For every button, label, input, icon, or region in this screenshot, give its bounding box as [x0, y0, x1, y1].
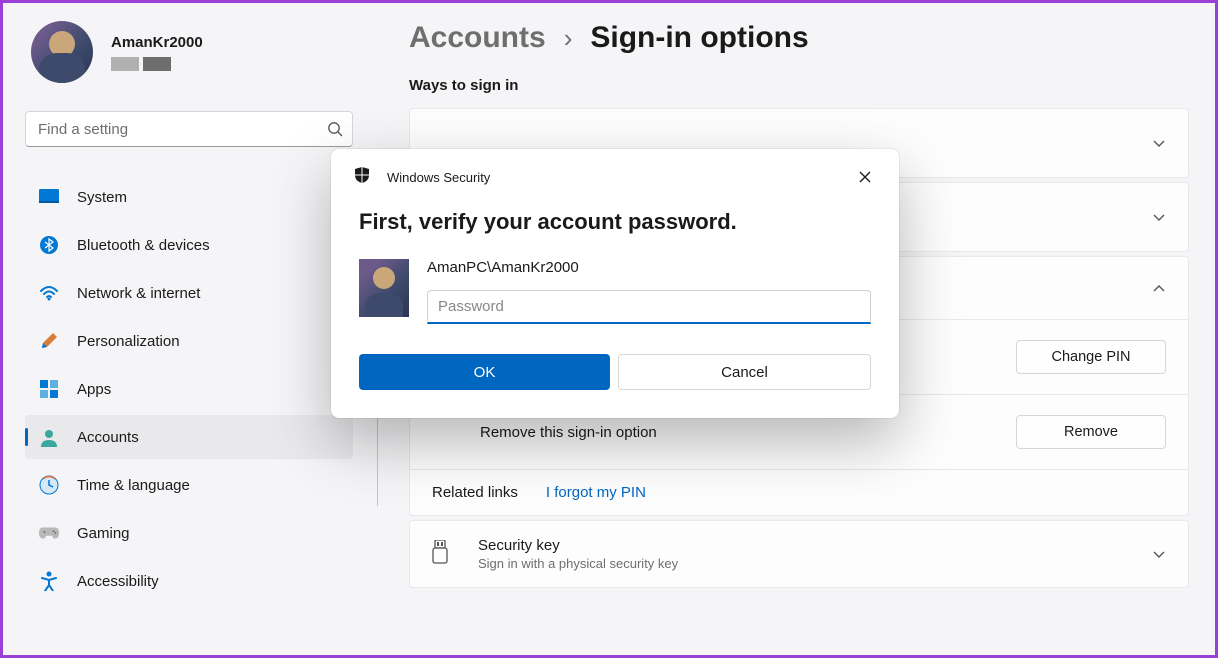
nav-item-label: Network & internet — [77, 285, 200, 302]
dialog-avatar — [359, 259, 409, 317]
time-icon — [39, 475, 59, 495]
nav-item-label: Personalization — [77, 333, 180, 350]
nav-item-time[interactable]: Time & language — [25, 463, 353, 507]
chevron-down-icon — [1152, 210, 1166, 224]
nav-item-gaming[interactable]: Gaming — [25, 511, 353, 555]
personalization-icon — [39, 331, 59, 351]
bluetooth-icon — [39, 235, 59, 255]
user-profile[interactable]: AmanKr2000 — [25, 21, 353, 83]
system-icon — [39, 187, 59, 207]
close-icon — [858, 170, 872, 184]
breadcrumb-separator: › — [564, 23, 573, 54]
forgot-pin-link[interactable]: I forgot my PIN — [546, 484, 646, 501]
dialog-header-title: Windows Security — [387, 170, 837, 185]
change-pin-button[interactable]: Change PIN — [1016, 340, 1166, 374]
remove-pin-label: Remove this sign-in option — [480, 424, 996, 441]
accounts-icon — [39, 427, 59, 447]
accessibility-icon — [39, 571, 59, 591]
nav-item-label: Time & language — [77, 477, 190, 494]
related-label: Related links — [432, 484, 518, 501]
breadcrumb-parent[interactable]: Accounts — [409, 21, 546, 55]
nav-item-label: System — [77, 189, 127, 206]
cancel-button[interactable]: Cancel — [618, 354, 871, 390]
nav-item-accounts[interactable]: Accounts — [25, 415, 353, 459]
section-title: Ways to sign in — [409, 77, 1189, 94]
nav: System Bluetooth & devices Network & int… — [25, 175, 353, 603]
chevron-down-icon — [1152, 547, 1166, 561]
search-input[interactable] — [25, 111, 353, 147]
nav-item-label: Gaming — [77, 525, 130, 542]
nav-item-system[interactable]: System — [25, 175, 353, 219]
windows-security-dialog: Windows Security First, verify your acco… — [331, 149, 899, 418]
sidebar: AmanKr2000 System Bluetooth & devices Ne… — [3, 3, 373, 655]
close-button[interactable] — [853, 165, 877, 189]
breadcrumb: Accounts › Sign-in options — [409, 21, 1189, 55]
security-key-title: Security key — [478, 537, 1128, 554]
nav-item-bluetooth[interactable]: Bluetooth & devices — [25, 223, 353, 267]
nav-item-apps[interactable]: Apps — [25, 367, 353, 411]
dialog-heading: First, verify your account password. — [359, 209, 871, 235]
nav-item-accessibility[interactable]: Accessibility — [25, 559, 353, 603]
nav-item-label: Apps — [77, 381, 111, 398]
nav-item-personalization[interactable]: Personalization — [25, 319, 353, 363]
avatar — [31, 21, 93, 83]
gaming-icon — [39, 523, 59, 543]
user-name: AmanKr2000 — [111, 34, 203, 51]
nav-item-label: Accounts — [77, 429, 139, 446]
divider — [377, 406, 378, 506]
ok-button[interactable]: OK — [359, 354, 610, 390]
nav-item-label: Accessibility — [77, 573, 159, 590]
chevron-down-icon — [1152, 136, 1166, 150]
security-key-icon — [432, 540, 454, 569]
breadcrumb-current: Sign-in options — [590, 21, 808, 55]
nav-item-network[interactable]: Network & internet — [25, 271, 353, 315]
apps-icon — [39, 379, 59, 399]
nav-item-label: Bluetooth & devices — [77, 237, 210, 254]
password-input[interactable] — [427, 290, 871, 324]
chevron-up-icon — [1152, 281, 1166, 295]
shield-icon — [353, 166, 371, 189]
remove-button[interactable]: Remove — [1016, 415, 1166, 449]
security-key-subtitle: Sign in with a physical security key — [478, 556, 1128, 571]
related-links: Related links I forgot my PIN — [410, 470, 1188, 515]
security-key-card[interactable]: Security key Sign in with a physical sec… — [409, 520, 1189, 588]
network-icon — [39, 283, 59, 303]
search-icon — [327, 121, 343, 137]
account-label: AmanPC\AmanKr2000 — [427, 259, 871, 276]
profile-status — [111, 57, 203, 71]
